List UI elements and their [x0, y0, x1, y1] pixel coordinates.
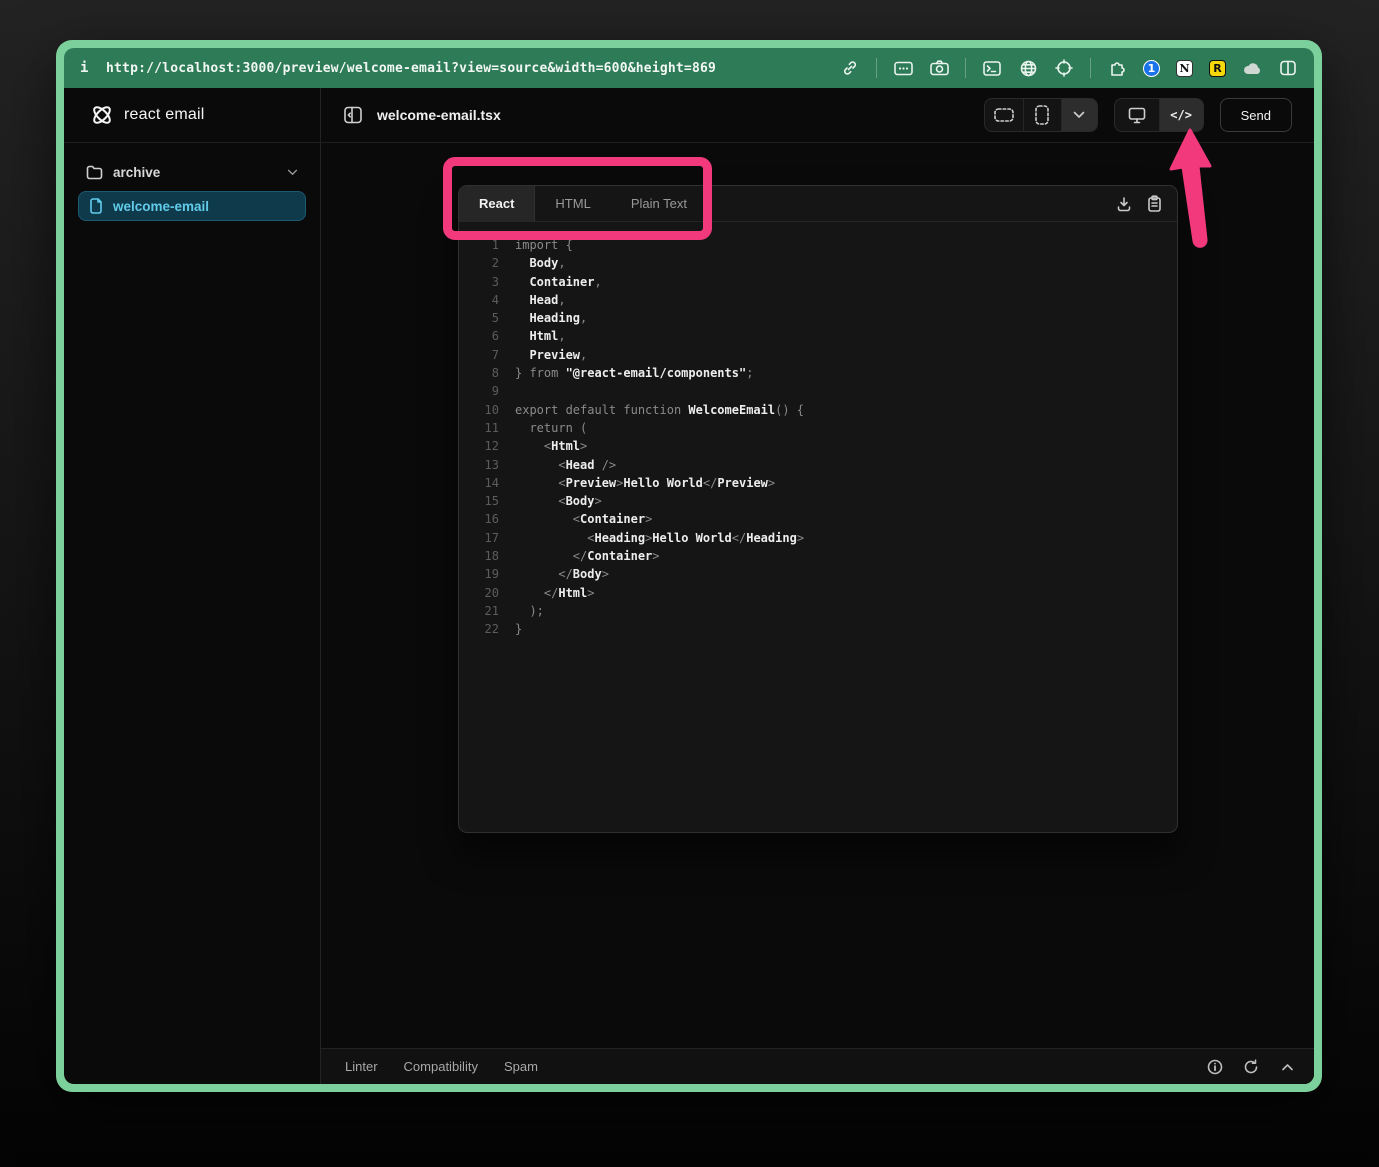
url-text[interactable]: http://localhost:3000/preview/welcome-em… [106, 61, 840, 76]
react-email-app: react email welcome-email.tsx [64, 88, 1314, 1084]
react-email-logo-icon [90, 103, 114, 127]
code-line: 11 return ( [473, 419, 1177, 437]
code-editor[interactable]: 1import {2 Body,3 Container,4 Head,5 Hea… [459, 222, 1177, 832]
tab-spam[interactable]: Spam [504, 1059, 538, 1074]
toolbar-separator [965, 58, 966, 78]
globe-icon[interactable] [1018, 58, 1038, 78]
app-header: react email welcome-email.tsx [64, 88, 1314, 143]
sidebar-item-welcome-email[interactable]: welcome-email [78, 191, 306, 221]
onepassword-icon[interactable]: 1 [1143, 60, 1160, 77]
sidebar-toggle-icon[interactable] [343, 105, 363, 125]
r-extension-icon[interactable]: R [1209, 60, 1226, 77]
sidebar: archive welcome-email [64, 143, 321, 1084]
code-line: 22} [473, 620, 1177, 638]
terminal-icon[interactable] [982, 58, 1002, 78]
info-glyph: i [80, 60, 106, 76]
orientation-landscape-icon[interactable] [985, 99, 1023, 131]
chevron-up-icon[interactable] [1278, 1058, 1296, 1076]
code-line: 18 </Container> [473, 547, 1177, 565]
code-line: 6 Html, [473, 327, 1177, 345]
code-line: 4 Head, [473, 291, 1177, 309]
tab-linter[interactable]: Linter [345, 1059, 378, 1074]
source-view-tabs: React HTML Plain Text [459, 186, 1177, 222]
source-code-button[interactable]: </> [1159, 99, 1203, 131]
chevron-down-icon [1073, 111, 1085, 119]
file-icon [89, 198, 103, 214]
file-title: welcome-email.tsx [377, 107, 501, 123]
chevron-down-icon [287, 169, 298, 176]
media-icon[interactable] [893, 58, 913, 78]
desktop-preview-icon [1128, 107, 1146, 124]
view-mode-toggle: </> [1114, 98, 1204, 132]
toolbar-separator [1090, 58, 1091, 78]
toolbar-separator [876, 58, 877, 78]
code-line: 16 <Container> [473, 510, 1177, 528]
download-icon[interactable] [1115, 195, 1133, 213]
source-code-panel: React HTML Plain Text [458, 185, 1178, 833]
sidebar-folder-archive[interactable]: archive [78, 157, 306, 187]
bottom-bar: Linter Compatibility Spam [321, 1048, 1314, 1084]
tab-html[interactable]: HTML [535, 186, 610, 221]
browser-urlbar[interactable]: i http://localhost:3000/preview/welcome-… [64, 48, 1314, 88]
code-line: 14 <Preview>Hello World</Preview> [473, 474, 1177, 492]
tab-react[interactable]: React [459, 186, 535, 221]
code-line: 12 <Html> [473, 437, 1177, 455]
tab-compatibility[interactable]: Compatibility [404, 1059, 478, 1074]
copy-icon[interactable] [1145, 195, 1163, 213]
sidebar-item-label: welcome-email [113, 199, 209, 214]
crosshair-icon[interactable] [1054, 58, 1074, 78]
viewport-controls [984, 98, 1098, 132]
send-button[interactable]: Send [1220, 98, 1292, 132]
code-line: 3 Container, [473, 273, 1177, 291]
code-line: 20 </Html> [473, 584, 1177, 602]
desktop-preview-button[interactable] [1115, 99, 1159, 131]
tab-plain-text[interactable]: Plain Text [611, 186, 707, 221]
code-line: 17 <Heading>Hello World</Heading> [473, 529, 1177, 547]
refresh-icon[interactable] [1242, 1058, 1260, 1076]
code-line: 13 <Head /> [473, 456, 1177, 474]
code-line: 7 Preview, [473, 346, 1177, 364]
code-line: 8} from "@react-email/components"; [473, 364, 1177, 382]
code-line: 2 Body, [473, 254, 1177, 272]
viewport-dropdown-button[interactable] [1061, 99, 1097, 131]
puzzle-icon[interactable] [1107, 58, 1127, 78]
camera-icon[interactable] [929, 58, 949, 78]
code-line: 1import { [473, 236, 1177, 254]
preview-canvas: React HTML Plain Text [321, 143, 1314, 1084]
app-logo[interactable]: react email [64, 88, 321, 142]
cloud-icon[interactable] [1242, 58, 1262, 78]
app-logo-text: react email [124, 106, 204, 124]
code-line: 9 [473, 382, 1177, 400]
browser-window: i http://localhost:3000/preview/welcome-… [56, 40, 1322, 1092]
folder-icon [86, 165, 103, 180]
split-view-icon[interactable] [1278, 58, 1298, 78]
info-icon[interactable] [1206, 1058, 1224, 1076]
link-icon[interactable] [840, 58, 860, 78]
browser-toolbar: 1 N R [840, 58, 1298, 78]
code-line: 21 ); [473, 602, 1177, 620]
code-line: 5 Heading, [473, 309, 1177, 327]
code-line: 15 <Body> [473, 492, 1177, 510]
folder-label: archive [113, 165, 160, 180]
title-cell: welcome-email.tsx [321, 88, 1314, 142]
notion-icon[interactable]: N [1176, 60, 1193, 77]
orientation-portrait-icon[interactable] [1023, 99, 1061, 131]
code-line: 10export default function WelcomeEmail()… [473, 401, 1177, 419]
code-line: 19 </Body> [473, 565, 1177, 583]
